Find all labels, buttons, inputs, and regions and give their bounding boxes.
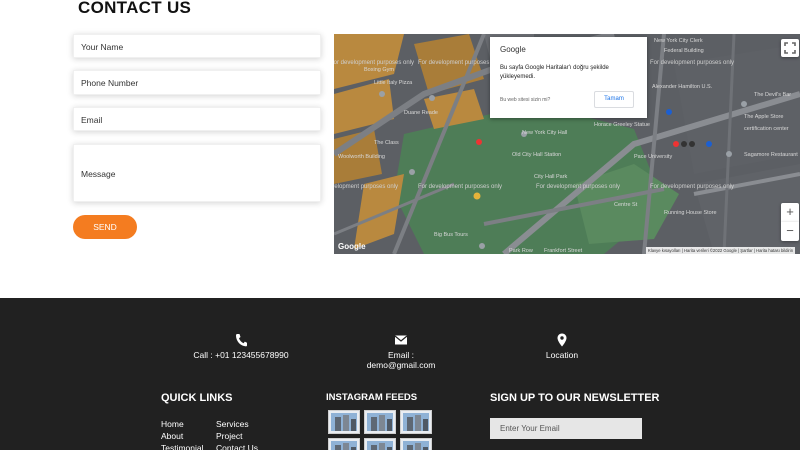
instagram-thumb[interactable] bbox=[328, 410, 360, 434]
footer-email-label[interactable]: Email : demo@gmail.com bbox=[367, 350, 436, 370]
map-label: Boxing Gym bbox=[364, 67, 394, 73]
quick-links-title: QUICK LINKS bbox=[161, 392, 233, 404]
map-label: Frankfort Street bbox=[544, 248, 583, 254]
map-label: New York City Clerk bbox=[654, 38, 703, 44]
map-label: Running House Store bbox=[664, 210, 717, 216]
map-label: The Devil's Bar bbox=[754, 92, 792, 98]
footer-link-contact[interactable]: Contact Us bbox=[216, 442, 258, 450]
phone-field[interactable]: Phone Number bbox=[73, 70, 321, 95]
map-label: The Class bbox=[374, 140, 399, 146]
footer-link-testimonial[interactable]: Testimonial bbox=[161, 442, 204, 450]
map-watermark: For development purposes only bbox=[334, 184, 399, 190]
dialog-ok-button[interactable]: Tamam bbox=[594, 91, 634, 108]
instagram-thumb[interactable] bbox=[400, 410, 432, 434]
dialog-message: Bu sayfa Google Haritalar'ı doğru şekild… bbox=[500, 65, 609, 80]
map-label: Pace University bbox=[634, 154, 673, 160]
zoom-out-button[interactable]: − bbox=[781, 222, 799, 241]
map-label: Sagamore Restaurant bbox=[744, 152, 798, 158]
map-label: Horace Greeley Statue bbox=[594, 122, 650, 128]
email-field[interactable]: Email bbox=[73, 107, 321, 131]
map-attribution[interactable]: Klavye kısayolları | Harita verileri ©20… bbox=[646, 247, 796, 254]
map-label: Centre St bbox=[614, 202, 638, 208]
quick-links-col1: Home About Testimonial bbox=[161, 418, 204, 450]
instagram-thumb[interactable] bbox=[400, 438, 432, 450]
envelope-icon bbox=[394, 335, 408, 345]
dialog-question-link[interactable]: Bu web sitesi sizin mi? bbox=[500, 97, 550, 103]
footer-link-services[interactable]: Services bbox=[216, 418, 258, 430]
instagram-title: INSTAGRAM FEEDS bbox=[326, 392, 418, 403]
message-field[interactable]: Message bbox=[73, 144, 321, 202]
quick-links-col2: Services Project Contact Us bbox=[216, 418, 258, 450]
map-label: City Hall Park bbox=[534, 174, 568, 180]
map-label: Park Row bbox=[509, 248, 533, 254]
dialog-google-logo: Google bbox=[500, 45, 526, 54]
map-watermark: For development purposes only bbox=[334, 60, 415, 66]
map-label: Old City Hall Station bbox=[512, 152, 562, 158]
map-watermark: For development purposes only bbox=[418, 184, 503, 190]
name-field[interactable]: Your Name bbox=[73, 34, 321, 58]
phone-placeholder: Phone Number bbox=[81, 78, 139, 88]
instagram-thumb[interactable] bbox=[364, 410, 396, 434]
footer: Call : +01 123455678990 Email : demo@gma… bbox=[0, 298, 800, 450]
footer-call-label: Call : +01 123455678990 bbox=[193, 350, 289, 360]
map-label: certification center bbox=[744, 126, 789, 132]
map-label: Little Italy Pizza bbox=[374, 80, 413, 86]
fullscreen-button[interactable] bbox=[781, 39, 799, 57]
footer-link-home[interactable]: Home bbox=[161, 418, 204, 430]
google-logo: Google bbox=[338, 242, 366, 251]
email-placeholder: Email bbox=[81, 115, 103, 125]
map-watermark: For development purposes only bbox=[650, 184, 735, 190]
contact-title: CONTACT US bbox=[78, 0, 192, 17]
footer-link-project[interactable]: Project bbox=[216, 430, 258, 442]
instagram-thumb[interactable] bbox=[328, 438, 360, 450]
newsletter-title: SIGN UP TO OUR NEWSLETTER bbox=[490, 392, 660, 404]
map-watermark: For development purposes only bbox=[650, 60, 735, 66]
map-label: Federal Building bbox=[664, 48, 704, 54]
map-watermark: For development purposes only bbox=[536, 184, 621, 190]
name-placeholder: Your Name bbox=[81, 42, 124, 52]
phone-icon bbox=[236, 334, 247, 347]
footer-link-about[interactable]: About bbox=[161, 430, 204, 442]
footer-location-label: Location bbox=[545, 350, 579, 360]
map-error-dialog: Google Bu sayfa Google Haritalar'ı doğru… bbox=[490, 37, 647, 118]
map-label: Duane Reade bbox=[404, 110, 438, 116]
zoom-in-button[interactable]: + bbox=[781, 203, 799, 222]
newsletter-email-input[interactable]: Enter Your Email bbox=[490, 418, 642, 439]
fullscreen-icon bbox=[784, 42, 796, 54]
message-placeholder: Message bbox=[81, 169, 116, 179]
instagram-thumb[interactable] bbox=[364, 438, 396, 450]
map-label: Alexander Hamilton U.S. bbox=[652, 84, 713, 90]
map-pin-icon bbox=[557, 333, 567, 347]
footer-location[interactable]: Location bbox=[536, 333, 588, 360]
footer-call: Call : +01 123455678990 bbox=[190, 333, 292, 360]
map-label: New York City Hall bbox=[522, 130, 568, 136]
map-label: Big Bus Tours bbox=[434, 232, 468, 238]
map-label: The Apple Store bbox=[744, 114, 784, 120]
send-button[interactable]: SEND bbox=[73, 215, 137, 239]
map-label: Woolworth Building bbox=[338, 154, 385, 160]
footer-email: Email : demo@gmail.com bbox=[355, 333, 447, 370]
